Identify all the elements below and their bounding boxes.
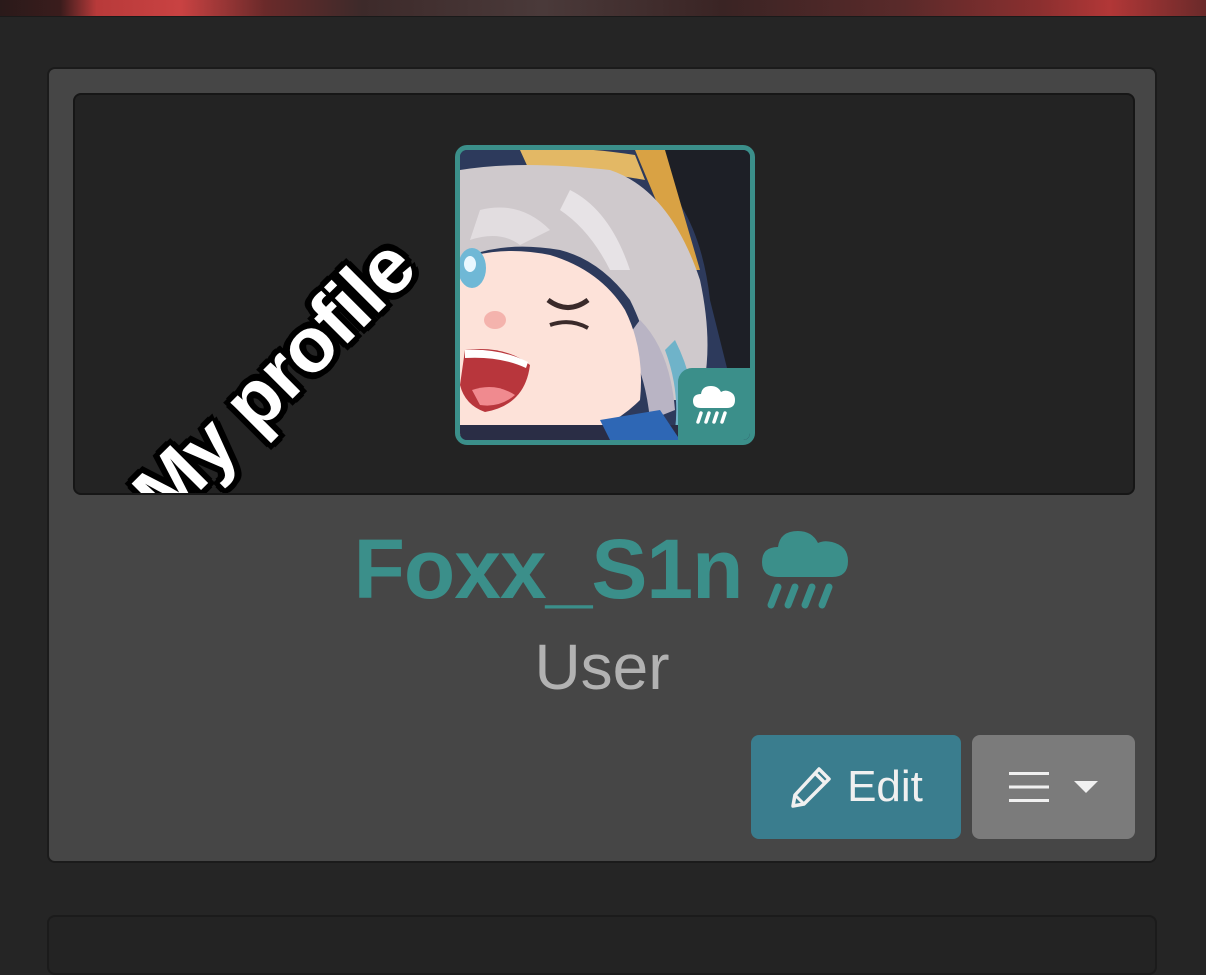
page-header-banner — [0, 0, 1206, 17]
next-card — [47, 915, 1157, 975]
edit-button-label: Edit — [847, 762, 923, 811]
cloud-rain-icon — [762, 531, 849, 609]
caret-down-icon — [1073, 781, 1098, 793]
profile-menu-button[interactable] — [972, 735, 1135, 839]
cloud-rain-icon — [693, 386, 735, 424]
username: Foxx_S1n — [353, 522, 744, 616]
profile-card: My profile Foxx_S1n User Edit — [47, 67, 1157, 863]
edit-profile-button[interactable]: Edit — [751, 735, 961, 839]
status-badge — [678, 368, 750, 440]
username-row: Foxx_S1n — [49, 524, 1155, 614]
banner-sticker-text: My profile — [115, 221, 432, 495]
profile-banner: My profile — [73, 93, 1135, 495]
pencil-icon — [791, 767, 831, 808]
hamburger-icon — [1008, 772, 1049, 802]
avatar[interactable] — [455, 145, 755, 445]
user-role: User — [534, 631, 670, 703]
